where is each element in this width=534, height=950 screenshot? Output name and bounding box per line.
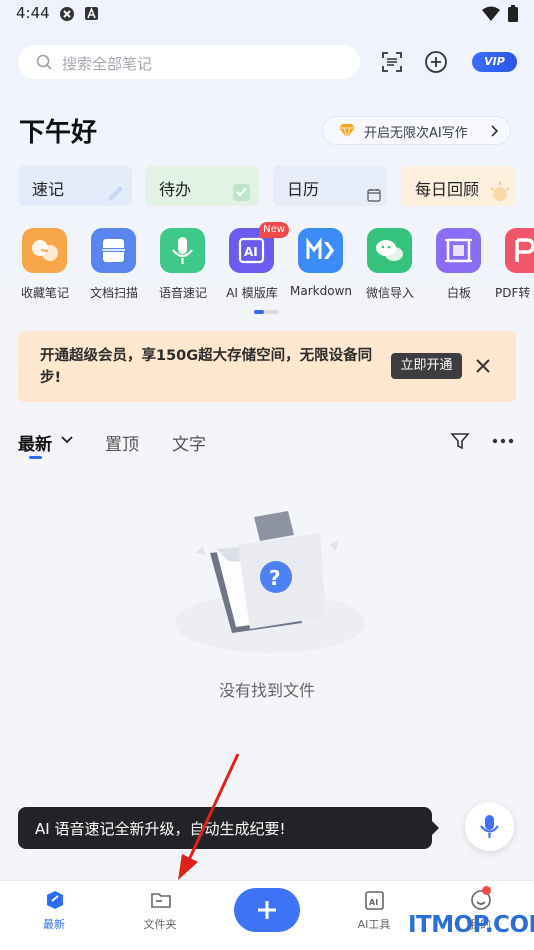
search-input[interactable]: 搜索全部笔记 [18, 45, 360, 79]
tool-markdown[interactable]: Markdown [290, 228, 352, 304]
tool-doc-scan[interactable]: 文档扫描 [83, 228, 145, 304]
red-arrow-annotation [178, 753, 240, 880]
diamond-icon [339, 124, 355, 138]
tool-wechat-import[interactable]: 微信导入 [359, 228, 421, 304]
tool-favorite-notes[interactable]: 收藏笔记 [14, 228, 76, 304]
link-heart-icon [22, 228, 67, 273]
search-placeholder: 搜索全部笔记 [62, 55, 153, 73]
quick-card-calendar[interactable]: 日历 [273, 166, 387, 206]
quick-card-daily-review[interactable]: 每日回顾 [401, 166, 516, 206]
checklist-icon [233, 184, 250, 201]
greeting-title: 下午好 [19, 118, 98, 148]
tab-active-indicator [29, 456, 42, 459]
wifi-icon [482, 6, 500, 21]
wechat-icon [367, 228, 412, 273]
chevron-right-icon [491, 125, 499, 137]
nav-label: AI工具 [357, 918, 391, 931]
svg-text:AI: AI [369, 898, 378, 907]
toast-pointer [430, 819, 439, 837]
add-circle-icon[interactable] [424, 50, 448, 74]
svg-text:?: ? [269, 566, 281, 590]
voice-record-button[interactable] [465, 802, 514, 851]
quick-card-memo[interactable]: 速记 [18, 166, 132, 206]
note-icon [47, 891, 63, 909]
pencil-icon [108, 186, 123, 201]
tab-latest[interactable]: 最新 [18, 430, 52, 455]
status-time: 4:44 [16, 4, 50, 22]
scanner-icon [91, 228, 136, 273]
tool-ai-templates[interactable]: AI AI 模版库 [221, 228, 283, 304]
plus-icon [258, 901, 276, 919]
new-badge: New [259, 222, 289, 238]
whiteboard-icon [436, 228, 481, 273]
ai-promo-label: 开启无限次AI写作 [364, 126, 468, 141]
empty-state-text: 没有找到文件 [218, 681, 315, 700]
vip-promo-banner: 开通超级会员，享150G超大存储空间，无限设备同步! 立即开通 [18, 331, 516, 402]
more-icon[interactable] [492, 438, 514, 444]
app-a-notification-icon [85, 7, 98, 20]
tool-label: PDF转 [495, 286, 531, 300]
pager-dot-active [254, 310, 264, 314]
notification-dot [482, 886, 491, 895]
search-icon [36, 54, 52, 70]
battery-icon [508, 5, 518, 22]
svg-text:AI: AI [244, 245, 258, 259]
ai-tools-icon: AI [365, 891, 384, 910]
scan-icon[interactable] [380, 50, 404, 74]
nav-latest[interactable]: 最新 [14, 881, 94, 950]
quick-card-label: 日历 [287, 180, 320, 199]
tool-pdf-convert[interactable]: PDF转 [495, 228, 534, 304]
sun-icon [490, 182, 510, 201]
calendar-icon [367, 189, 381, 202]
create-note-button[interactable] [234, 888, 300, 932]
pdf-icon [505, 228, 534, 273]
microphone-icon [480, 815, 499, 838]
quick-card-label: 每日回顾 [415, 180, 480, 199]
microphone-icon [160, 228, 205, 273]
vip-badge[interactable]: VIP [472, 52, 517, 72]
quick-card-label: 待办 [159, 180, 192, 199]
tool-voice-memo[interactable]: 语音速记 [152, 228, 214, 304]
tool-label: 白板 [446, 286, 471, 300]
watermark: ITMOP.COM [408, 912, 534, 938]
nav-folders[interactable]: 文件夹 [120, 881, 200, 950]
folder-icon [151, 893, 171, 908]
nav-label: 最新 [43, 918, 65, 931]
tool-whiteboard[interactable]: 白板 [428, 228, 490, 304]
ai-writing-promo-button[interactable]: 开启无限次AI写作 [322, 116, 511, 145]
nav-ai-tools[interactable]: AI AI工具 [334, 881, 414, 950]
tab-text[interactable]: 文字 [172, 430, 206, 455]
empty-folder-illustration: ? [175, 511, 365, 653]
app-notification-icon [60, 7, 74, 21]
chevron-down-icon[interactable] [60, 435, 74, 445]
filter-icon[interactable] [450, 431, 470, 451]
status-bar: 4:44 [0, 0, 534, 28]
activate-vip-button[interactable]: 立即开通 [391, 353, 462, 379]
promo-text: 开通超级会员，享150G超大存储空间，无限设备同步! [40, 348, 373, 386]
quick-card-todo[interactable]: 待办 [145, 166, 259, 206]
pager-dot [264, 310, 279, 314]
tab-pinned[interactable]: 置顶 [105, 430, 139, 455]
markdown-icon [298, 228, 343, 273]
quick-card-label: 速记 [32, 180, 65, 199]
close-icon[interactable] [476, 359, 490, 373]
nav-label: 文件夹 [143, 918, 177, 931]
